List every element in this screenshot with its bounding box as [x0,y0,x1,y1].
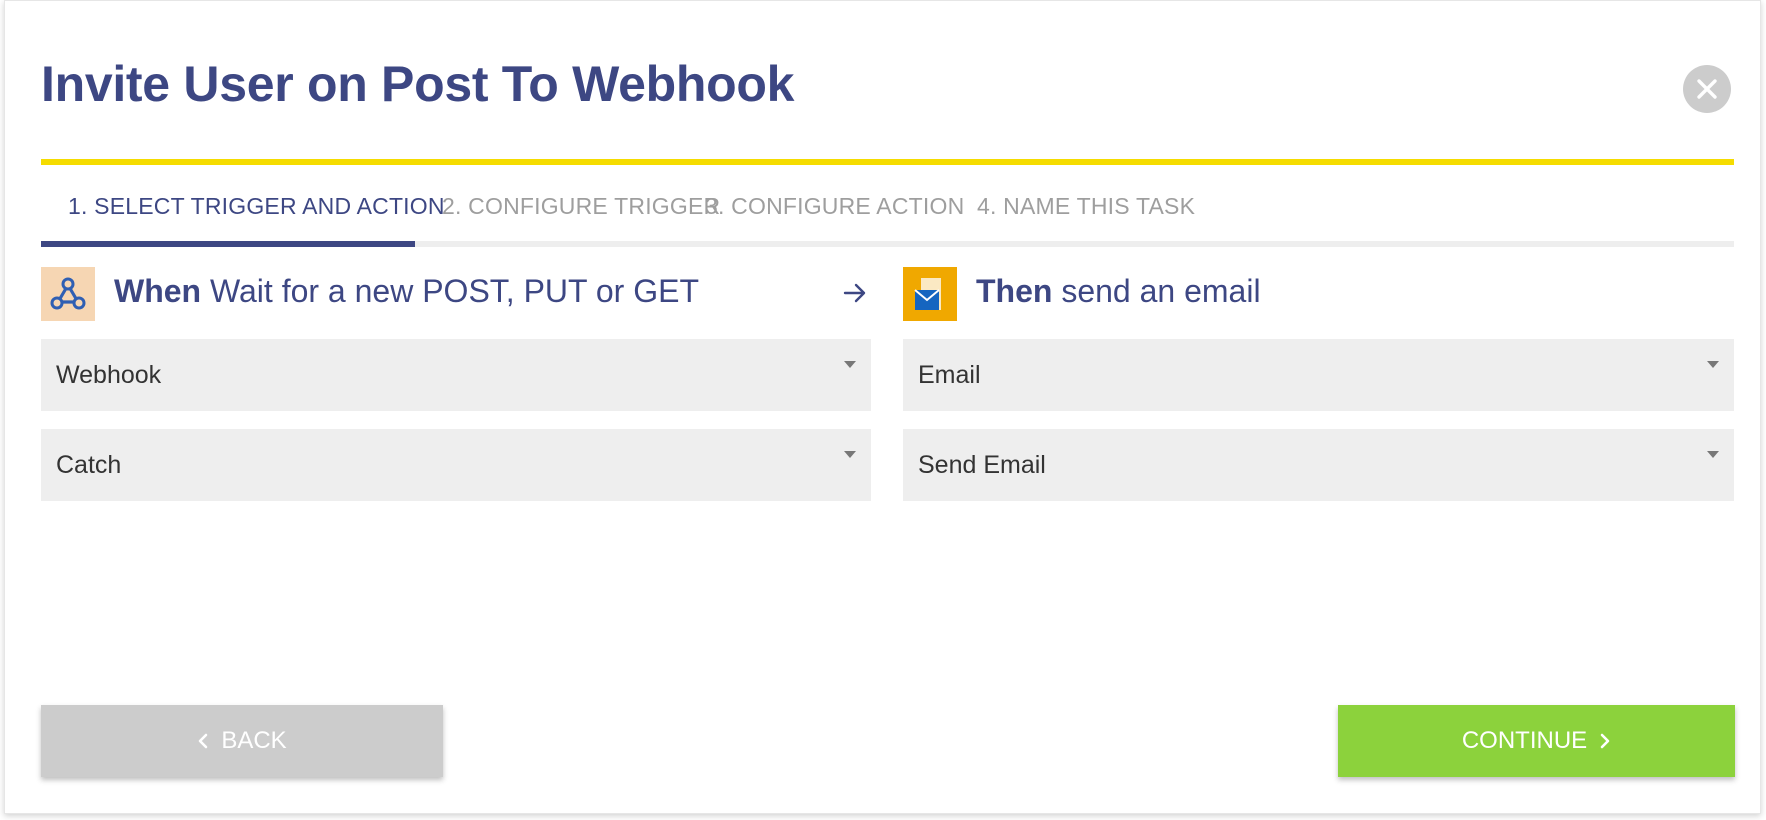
tab-configure-action[interactable]: 3. Configure action [678,193,991,247]
tab-label: 4. Name this task [977,193,1196,219]
action-description: send an email [1061,273,1261,309]
action-app-value: Email [918,361,981,389]
action-keyword: Then [976,273,1053,309]
trigger-event-select[interactable]: Catch [41,429,871,501]
trigger-app-select[interactable]: Webhook [41,339,871,411]
email-app-icon [903,267,957,321]
accent-bar [41,159,1734,165]
arrow-right-icon [843,283,866,303]
trigger-header: When Wait for a new POST, PUT or GET [41,267,871,321]
caret-down-icon [844,451,856,458]
action-event-value: Send Email [918,451,1046,479]
trigger-description: Wait for a new POST, PUT or GET [209,273,699,309]
caret-down-icon [1707,361,1719,368]
back-label: Back [221,727,287,754]
caret-down-icon [1707,451,1719,458]
trigger-event-value: Catch [56,451,122,479]
trigger-summary: When Wait for a new POST, PUT or GET [114,273,699,310]
webhook-icon [41,267,95,321]
back-button[interactable]: Back [41,705,443,777]
trigger-app-value: Webhook [56,361,162,389]
step-tabs: 1. Select trigger and action 2. Configur… [41,181,1734,247]
tab-name-this-task[interactable]: 4. Name this task [950,193,1222,247]
tab-label: 1. Select trigger and action [68,193,445,219]
caret-down-icon [844,361,856,368]
close-icon [1697,79,1717,99]
continue-button[interactable]: Continue [1338,705,1735,777]
action-header: Then send an email [903,267,1733,321]
action-app-select[interactable]: Email [903,339,1734,411]
action-summary: Then send an email [976,273,1261,310]
task-dialog: Invite User on Post To Webhook 1. Select… [4,0,1761,814]
action-event-select[interactable]: Send Email [903,429,1734,501]
dialog-title: Invite User on Post To Webhook [41,56,795,112]
continue-label: Continue [1461,727,1588,754]
close-button[interactable] [1683,65,1731,113]
chevron-right-icon [1600,733,1610,749]
tab-label: 3. Configure action [705,193,965,219]
tab-select-trigger-and-action[interactable]: 1. Select trigger and action [41,193,445,247]
chevron-left-icon [199,733,208,749]
trigger-keyword: When [114,273,202,309]
